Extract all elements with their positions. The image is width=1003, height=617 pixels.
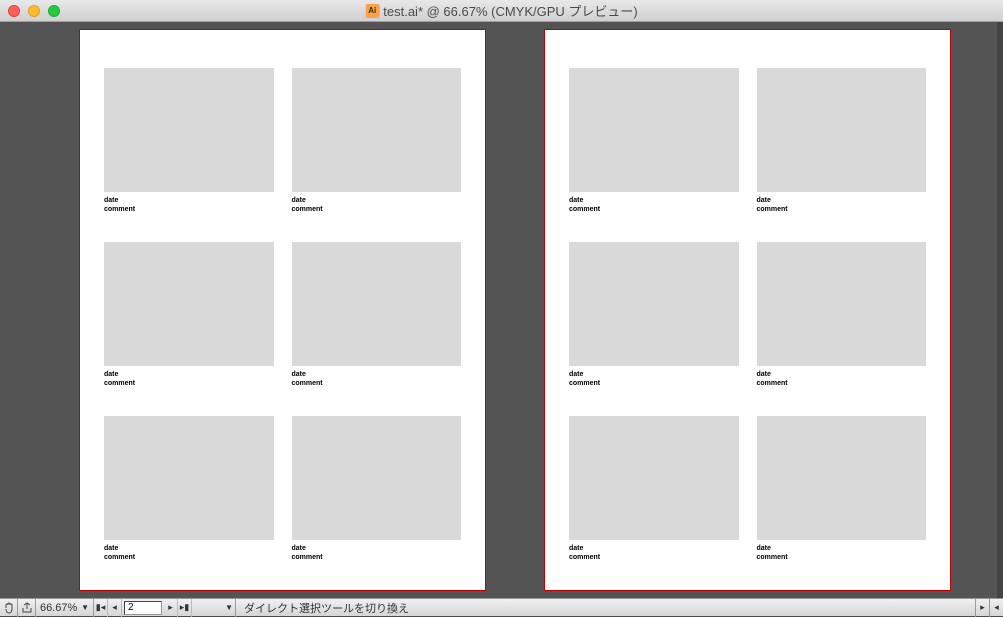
image-placeholder xyxy=(757,416,927,540)
artboard-dropdown[interactable]: ▼ xyxy=(192,599,236,617)
prev-artboard-button[interactable]: ◂ xyxy=(108,599,122,617)
scroll-right-button[interactable]: ▸ xyxy=(975,599,989,617)
image-placeholder xyxy=(757,242,927,366)
cell[interactable]: date comment xyxy=(569,68,739,214)
image-placeholder xyxy=(569,242,739,366)
first-artboard-button[interactable]: ▮◂ xyxy=(94,599,108,617)
window-title-text: test.ai* @ 66.67% (CMYK/GPU プレビュー) xyxy=(383,1,637,20)
cell-labels: date comment xyxy=(757,544,927,562)
window-title: Ai test.ai* @ 66.67% (CMYK/GPU プレビュー) xyxy=(365,1,637,20)
cell[interactable]: date comment xyxy=(569,242,739,388)
cell-labels: date comment xyxy=(292,544,462,562)
cells-grid: date comment date comment date comment xyxy=(569,68,926,563)
comment-label: comment xyxy=(569,553,739,562)
cell[interactable]: date comment xyxy=(104,416,274,562)
next-artboard-button[interactable]: ▸ xyxy=(164,599,178,617)
statusbar-right: ▸ ◂ xyxy=(975,599,1003,617)
cell-labels: date comment xyxy=(569,544,739,562)
ai-file-icon: Ai xyxy=(365,4,379,18)
vertical-scrollbar[interactable] xyxy=(997,22,1003,598)
image-placeholder xyxy=(569,416,739,540)
comment-label: comment xyxy=(292,379,462,388)
cell-labels: date comment xyxy=(104,544,274,562)
date-label: date xyxy=(104,544,274,553)
date-label: date xyxy=(292,544,462,553)
date-label: date xyxy=(757,544,927,553)
cell[interactable]: date comment xyxy=(292,68,462,214)
cell-labels: date comment xyxy=(104,370,274,388)
cell[interactable]: date comment xyxy=(292,242,462,388)
cell-labels: date comment xyxy=(569,370,739,388)
date-label: date xyxy=(757,370,927,379)
cell-labels: date comment xyxy=(757,196,927,214)
window-titlebar: Ai test.ai* @ 66.67% (CMYK/GPU プレビュー) xyxy=(0,0,1003,22)
image-placeholder xyxy=(104,242,274,366)
image-placeholder xyxy=(292,68,462,192)
statusbar: 66.67% ▼ ▮◂ ◂ ▸ ▸▮ ▼ ダイレクト選択ツールを切り換え ▸ ◂ xyxy=(0,598,1003,616)
zoom-value: 66.67% xyxy=(40,602,77,614)
date-label: date xyxy=(569,370,739,379)
cells-grid: date comment date comment date comment xyxy=(104,68,461,563)
cell-labels: date comment xyxy=(757,370,927,388)
comment-label: comment xyxy=(104,205,274,214)
cell[interactable]: date comment xyxy=(104,242,274,388)
cell-labels: date comment xyxy=(569,196,739,214)
date-label: date xyxy=(569,544,739,553)
image-placeholder xyxy=(104,68,274,192)
tool-hint: ダイレクト選択ツールを切り換え xyxy=(236,600,975,616)
comment-label: comment xyxy=(569,379,739,388)
share-icon[interactable] xyxy=(18,599,36,617)
cell[interactable]: date comment xyxy=(104,68,274,214)
comment-label: comment xyxy=(757,553,927,562)
hand-tool-icon[interactable] xyxy=(0,599,18,617)
minimize-button[interactable] xyxy=(28,5,40,17)
artboard-nav: ▮◂ ◂ ▸ ▸▮ xyxy=(94,599,192,617)
cell-labels: date comment xyxy=(292,370,462,388)
comment-label: comment xyxy=(757,379,927,388)
date-label: date xyxy=(757,196,927,205)
cell-labels: date comment xyxy=(292,196,462,214)
image-placeholder xyxy=(292,416,462,540)
artboard-1[interactable]: date comment date comment date comment xyxy=(80,30,485,590)
artboards-container: date comment date comment date comment xyxy=(80,30,950,590)
scroll-left-button[interactable]: ◂ xyxy=(989,599,1003,617)
date-label: date xyxy=(569,196,739,205)
cell[interactable]: date comment xyxy=(757,242,927,388)
cell[interactable]: date comment xyxy=(757,416,927,562)
zoom-level[interactable]: 66.67% ▼ xyxy=(36,599,94,617)
artboard-2[interactable]: date comment date comment date comment xyxy=(545,30,950,590)
image-placeholder xyxy=(104,416,274,540)
chevron-down-icon: ▼ xyxy=(225,603,233,612)
image-placeholder xyxy=(569,68,739,192)
canvas-area[interactable]: date comment date comment date comment xyxy=(0,22,997,598)
date-label: date xyxy=(104,370,274,379)
last-artboard-button[interactable]: ▸▮ xyxy=(178,599,192,617)
date-label: date xyxy=(292,370,462,379)
comment-label: comment xyxy=(292,205,462,214)
comment-label: comment xyxy=(569,205,739,214)
cell[interactable]: date comment xyxy=(757,68,927,214)
date-label: date xyxy=(292,196,462,205)
artboard-number-input[interactable] xyxy=(124,601,162,615)
comment-label: comment xyxy=(757,205,927,214)
comment-label: comment xyxy=(292,553,462,562)
maximize-button[interactable] xyxy=(48,5,60,17)
date-label: date xyxy=(104,196,274,205)
comment-label: comment xyxy=(104,553,274,562)
image-placeholder xyxy=(292,242,462,366)
comment-label: comment xyxy=(104,379,274,388)
cell[interactable]: date comment xyxy=(569,416,739,562)
image-placeholder xyxy=(757,68,927,192)
chevron-down-icon: ▼ xyxy=(81,603,89,612)
close-button[interactable] xyxy=(8,5,20,17)
traffic-lights xyxy=(0,5,60,17)
cell[interactable]: date comment xyxy=(292,416,462,562)
cell-labels: date comment xyxy=(104,196,274,214)
